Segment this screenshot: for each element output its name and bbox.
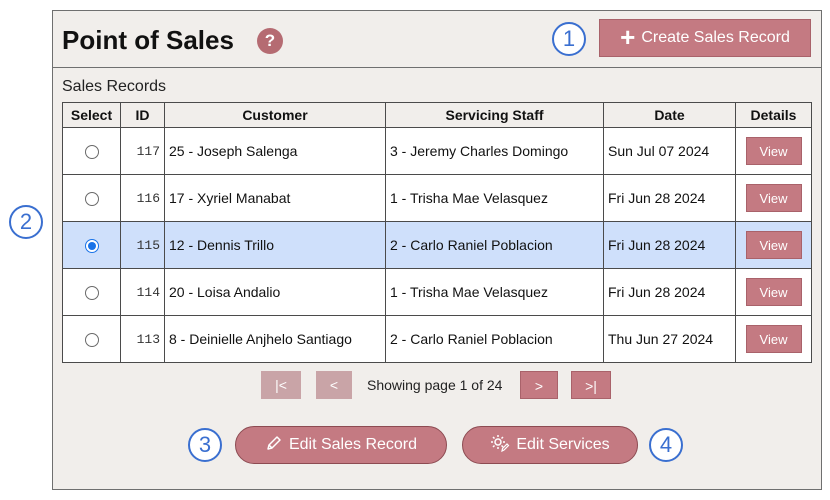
column-header-id: ID [120, 102, 165, 128]
column-header-customer: Customer [164, 102, 386, 128]
edit-sales-record-label: Edit Sales Record [288, 436, 418, 453]
row-select-radio[interactable] [84, 286, 99, 301]
row-date: Fri Jun 28 2024 [603, 174, 736, 222]
pos-panel: Point of Sales ? + Create Sales Record S… [52, 10, 822, 490]
column-header-select: Select [62, 102, 121, 128]
annotation-marker-1: 1 [552, 22, 586, 56]
row-customer: 12 - Dennis Trillo [164, 221, 386, 269]
view-button[interactable]: View [745, 184, 802, 212]
row-id: 115 [120, 221, 165, 269]
first-page-button[interactable]: |< [261, 371, 301, 399]
plus-icon: + [620, 22, 636, 52]
header: Point of Sales ? + Create Sales Record [53, 11, 821, 68]
annotation-marker-4: 4 [649, 428, 683, 462]
view-button[interactable]: View [745, 278, 802, 306]
annotation-marker-2: 2 [9, 205, 43, 239]
edit-services-button[interactable]: Edit Services [462, 426, 638, 464]
pencil-icon [265, 434, 283, 457]
row-staff: 3 - Jeremy Charles Domingo [385, 127, 604, 175]
row-select-radio[interactable] [84, 192, 99, 207]
pagination: |< < Showing page 1 of 24 > >| [53, 371, 821, 401]
row-customer: 25 - Joseph Salenga [164, 127, 386, 175]
row-select-radio[interactable] [84, 145, 99, 160]
column-header-details: Details [735, 102, 812, 128]
sales-records-table: Select ID Customer Servicing Staff Date … [62, 102, 812, 363]
row-staff: 2 - Carlo Raniel Poblacion [385, 221, 604, 269]
column-header-date: Date [603, 102, 736, 128]
row-staff: 2 - Carlo Raniel Poblacion [385, 315, 604, 363]
column-header-staff: Servicing Staff [385, 102, 604, 128]
row-id: 117 [120, 127, 165, 175]
row-id: 114 [120, 268, 165, 316]
row-date: Sun Jul 07 2024 [603, 127, 736, 175]
table-row[interactable]: 116 17 - Xyriel Manabat 1 - Trisha Mae V… [62, 174, 812, 222]
last-page-button[interactable]: >| [571, 371, 611, 399]
view-button[interactable]: View [745, 325, 802, 353]
prev-page-button[interactable]: < [316, 371, 352, 399]
row-select-radio[interactable] [84, 239, 99, 254]
row-date: Fri Jun 28 2024 [603, 221, 736, 269]
create-sales-record-label: Create Sales Record [641, 29, 790, 46]
view-button[interactable]: View [745, 231, 802, 259]
row-id: 116 [120, 174, 165, 222]
row-customer: 17 - Xyriel Manabat [164, 174, 386, 222]
table-row-selected[interactable]: 115 12 - Dennis Trillo 2 - Carlo Raniel … [62, 221, 812, 269]
row-staff: 1 - Trisha Mae Velasquez [385, 268, 604, 316]
row-select-radio[interactable] [84, 333, 99, 348]
create-sales-record-button[interactable]: + Create Sales Record [599, 19, 811, 57]
row-date: Thu Jun 27 2024 [603, 315, 736, 363]
annotation-marker-3: 3 [188, 428, 222, 462]
table-row[interactable]: 117 25 - Joseph Salenga 3 - Jeremy Charl… [62, 127, 812, 175]
row-customer: 20 - Loisa Andalio [164, 268, 386, 316]
view-button[interactable]: View [745, 137, 802, 165]
row-id: 113 [120, 315, 165, 363]
page-title: Point of Sales [62, 25, 234, 55]
section-label: Sales Records [62, 78, 167, 95]
table-row[interactable]: 114 20 - Loisa Andalio 1 - Trisha Mae Ve… [62, 268, 812, 316]
edit-services-label: Edit Services [516, 436, 610, 453]
table-row[interactable]: 113 8 - Deinielle Anjhelo Santiago 2 - C… [62, 315, 812, 363]
row-date: Fri Jun 28 2024 [603, 268, 736, 316]
row-customer: 8 - Deinielle Anjhelo Santiago [164, 315, 386, 363]
row-staff: 1 - Trisha Mae Velasquez [385, 174, 604, 222]
page-info: Showing page 1 of 24 [367, 377, 503, 393]
next-page-button[interactable]: > [520, 371, 558, 399]
edit-sales-record-button[interactable]: Edit Sales Record [235, 426, 447, 464]
gear-edit-icon [490, 433, 510, 458]
help-icon[interactable]: ? [257, 28, 283, 54]
